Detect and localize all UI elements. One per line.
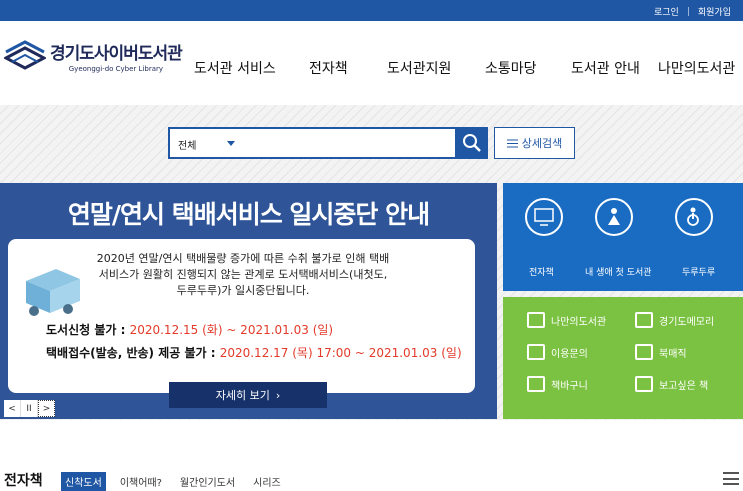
advanced-search-label: 상세검색 (521, 137, 563, 150)
basket-icon (527, 376, 545, 392)
nav-library-support[interactable]: 도서관지원 (387, 58, 451, 78)
logo-korean: 경기도사이버도서관 (50, 44, 183, 64)
quick-menu-blue: 전자책 내 생애 첫 도서관 두루두루 (503, 183, 743, 291)
slider-controls: < II > (4, 400, 55, 417)
nav-ebook[interactable]: 전자책 (309, 58, 348, 78)
prev-slide-button[interactable]: < (4, 400, 21, 417)
quick-bookmagic-label: 북매직 (659, 348, 687, 360)
search-input[interactable]: 전체 (168, 127, 455, 159)
first-library-circle[interactable] (595, 198, 633, 236)
site-logo[interactable]: 경기도사이버도서관 Gyeonggi-do Cyber Library (4, 39, 183, 73)
book-icon (527, 312, 545, 328)
quick-durudurue-label[interactable]: 두루두루 (682, 265, 715, 278)
chat-icon (527, 344, 545, 360)
tab-new-books[interactable]: 신착도서 (61, 472, 106, 491)
quick-wishlist-label: 보고싶은 책 (659, 380, 709, 392)
quick-first-library-label[interactable]: 내 생애 첫 도서관 (585, 265, 652, 278)
notice-banner[interactable]: 연말/연시 택배서비스 일시중단 안내 2020년 연말/연시 택배물량 증가에… (0, 183, 497, 419)
login-link[interactable]: 로그인 (654, 5, 679, 18)
delivery-truck-icon (26, 269, 80, 316)
tab-monthly-popular[interactable]: 월간인기도서 (176, 472, 239, 491)
chevron-down-icon[interactable] (227, 141, 235, 146)
nav-library-guide[interactable]: 도서관 안내 (571, 58, 640, 78)
chevron-right-icon: › (275, 388, 281, 402)
search-scope-select[interactable]: 전체 (178, 137, 196, 152)
quick-memory[interactable]: 경기도메모리 (635, 312, 714, 328)
top-utility-bar: 로그인 | 회원가입 (0, 0, 743, 21)
notice-line-request: 도서신청 불가 : 2020.12.15 (화) ~ 2021.01.03 (일… (46, 321, 333, 338)
book-logo-icon (4, 40, 46, 70)
search-button[interactable] (455, 127, 488, 159)
nav-community[interactable]: 소통마당 (485, 58, 537, 78)
next-slide-button[interactable]: > (38, 400, 55, 417)
search-icon (462, 134, 481, 152)
quick-wishlist[interactable]: 보고싶은 책 (635, 376, 708, 392)
ebook-section-title: 전자책 (4, 473, 43, 489)
advanced-search-button[interactable]: 상세검색 (494, 127, 575, 159)
notice-line-request-value: 2020.12.15 (화) ~ 2021.01.03 (일) (129, 323, 334, 337)
banner-title: 연말/연시 택배서비스 일시중단 안내 (67, 200, 430, 229)
wishlist-icon (635, 376, 653, 392)
notice-line-delivery-value: 2020.12.17 (목) 17:00 ~ 2021.01.03 (일) (219, 346, 462, 360)
notice-card: 2020년 연말/연시 택배물량 증가에 따른 수취 불가로 인해 택배서비스가… (8, 239, 475, 393)
monitor-icon (534, 208, 554, 226)
top-links: 로그인 | 회원가입 (654, 5, 731, 19)
quick-menu-green: 나만의도서관 경기도메모리 이용문의 북매직 책바구니 보고싶은 책 (503, 297, 743, 419)
quick-basket[interactable]: 책바구니 (527, 376, 588, 392)
list-icon (506, 139, 518, 147)
tab-series[interactable]: 시리즈 (249, 472, 285, 491)
ebook-section: 전자책 신착도서 이책어때? 월간인기도서 시리즈 (0, 420, 743, 491)
see-more-button[interactable]: 자세히 보기 › (169, 382, 327, 408)
durudurue-circle[interactable] (675, 198, 713, 236)
quick-inquiry[interactable]: 이용문의 (527, 344, 588, 360)
pause-slide-button[interactable]: II (21, 400, 38, 417)
quick-memory-label: 경기도메모리 (659, 316, 715, 328)
site-header: 경기도사이버도서관 Gyeonggi-do Cyber Library 도서관 … (0, 21, 743, 105)
wheelchair-icon (687, 207, 699, 226)
notice-line-delivery: 택배접수(발송, 반송) 제공 불가 : 2020.12.17 (목) 17:0… (46, 344, 462, 361)
signup-link[interactable]: 회원가입 (698, 5, 731, 18)
quick-my-library[interactable]: 나만의도서관 (527, 312, 606, 328)
nav-my-library[interactable]: 나만의도서관 (658, 58, 735, 78)
sparkle-icon (635, 344, 653, 360)
ebook-circle[interactable] (525, 198, 563, 236)
quick-ebook-label[interactable]: 전자책 (529, 265, 554, 278)
ebook-tabs: 신착도서 이책어때? 월간인기도서 시리즈 (61, 472, 295, 491)
reading-person-icon (608, 208, 620, 225)
top-link-separator: | (686, 6, 690, 17)
quick-bookmagic[interactable]: 북매직 (635, 344, 687, 360)
notice-line-request-label: 도서신청 불가 : (46, 323, 130, 337)
see-more-label: 자세히 보기 (215, 389, 270, 402)
quick-my-library-label: 나만의도서관 (551, 316, 607, 328)
photo-icon (635, 312, 653, 328)
hamburger-menu-icon[interactable] (723, 472, 739, 485)
quick-basket-label: 책바구니 (551, 380, 588, 392)
notice-message: 2020년 연말/연시 택배물량 증가에 따른 수취 불가로 인해 택배서비스가… (96, 252, 390, 297)
logo-english: Gyeonggi-do Cyber Library (68, 65, 164, 73)
notice-line-delivery-label: 택배접수(발송, 반송) 제공 불가 : (46, 346, 220, 360)
nav-library-service[interactable]: 도서관 서비스 (194, 58, 276, 78)
quick-inquiry-label: 이용문의 (551, 348, 588, 360)
tab-recommend[interactable]: 이책어때? (116, 472, 166, 491)
